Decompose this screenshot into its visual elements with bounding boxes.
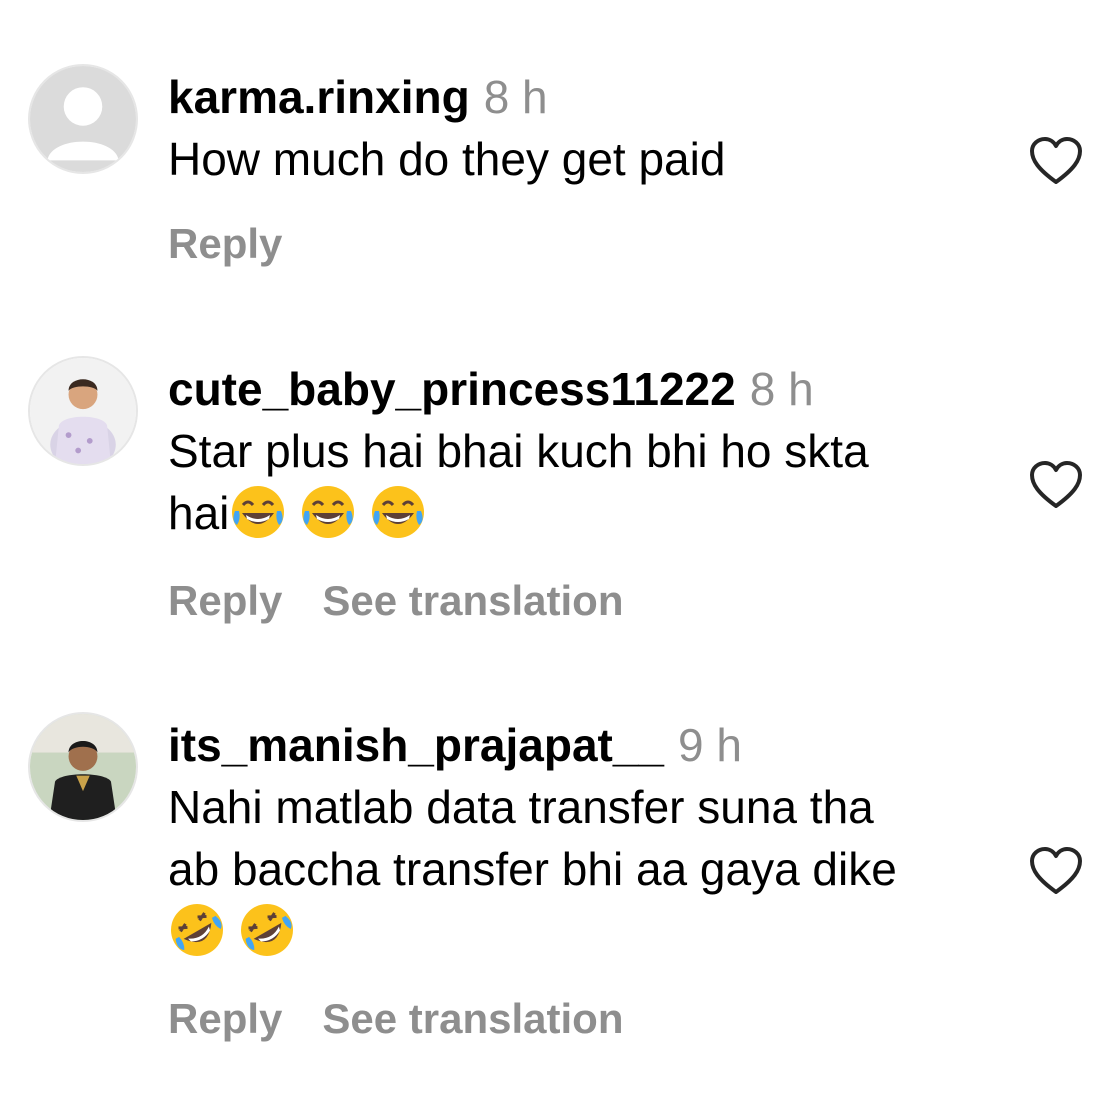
comment-text-line: hai [168, 487, 230, 539]
comment-text-line: ab baccha transfer bhi aa gaya dike [168, 843, 897, 895]
comment-text: How much do they get paid [168, 128, 998, 190]
comment-text: Nahi matlab data transfer suna tha ab ba… [168, 776, 998, 962]
child-photo-avatar[interactable] [28, 356, 138, 466]
rolling-on-floor-laughing-emoji-icon [168, 901, 226, 959]
comment-username[interactable]: its_manish_prajapat__ [168, 719, 664, 771]
tears-of-joy-emoji-icon [299, 483, 357, 541]
reply-button[interactable]: Reply [168, 220, 282, 267]
comment-text-line: Star plus hai bhai kuch bhi ho skta [168, 425, 869, 477]
see-translation-button[interactable]: See translation [322, 995, 623, 1042]
comment-time: 8 h [749, 363, 814, 415]
comment-text: Star plus hai bhai kuch bhi ho skta hai [168, 420, 998, 544]
reply-button[interactable]: Reply [168, 995, 282, 1042]
tears-of-joy-emoji-icon [369, 483, 427, 541]
heart-icon[interactable] [1028, 136, 1084, 186]
comment-username[interactable]: karma.rinxing [168, 71, 470, 123]
see-translation-button[interactable]: See translation [322, 577, 623, 624]
reply-button[interactable]: Reply [168, 577, 282, 624]
default-avatar-icon[interactable] [28, 64, 138, 174]
comment-time: 9 h [678, 719, 742, 771]
comment-text-line: Nahi matlab data transfer suna tha [168, 781, 874, 833]
comment-text-line: How much do they get paid [168, 133, 726, 185]
rolling-on-floor-laughing-emoji-icon [238, 901, 296, 959]
comment-username[interactable]: cute_baby_princess11222 [168, 363, 736, 415]
comment-time: 8 h [483, 71, 548, 123]
man-photo-avatar[interactable] [28, 712, 138, 822]
heart-icon[interactable] [1028, 846, 1084, 896]
tears-of-joy-emoji-icon [229, 483, 287, 541]
heart-icon[interactable] [1028, 460, 1084, 510]
